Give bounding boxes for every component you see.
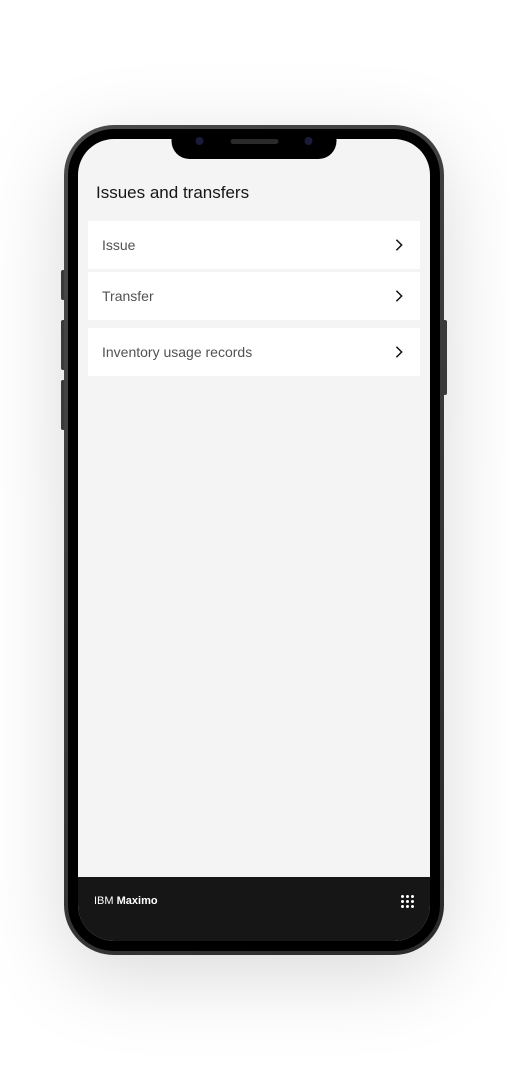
brand-prefix: IBM: [94, 895, 117, 907]
app-screen: Issues and transfers Issue: [78, 139, 430, 941]
phone-device-frame: Issues and transfers Issue: [64, 125, 444, 955]
menu-item-inventory-usage-records[interactable]: Inventory usage records: [88, 328, 420, 376]
menu-group-1: Issue Transfer: [88, 221, 420, 320]
chevron-right-icon: [392, 289, 406, 303]
menu-item-label: Inventory usage records: [102, 344, 252, 360]
menu-item-issue[interactable]: Issue: [88, 221, 420, 269]
brand-name: Maximo: [117, 895, 158, 907]
content-area: Issues and transfers Issue: [78, 139, 430, 877]
menu-list: Issue Transfer: [78, 221, 430, 376]
speaker-icon: [230, 139, 278, 144]
page-header: Issues and transfers: [78, 183, 430, 221]
camera-icon: [196, 137, 204, 145]
app-footer: IBM Maximo: [78, 877, 430, 941]
power-button: [444, 320, 447, 395]
menu-item-label: Transfer: [102, 288, 154, 304]
camera-icon: [305, 137, 313, 145]
menu-group-2: Inventory usage records: [88, 328, 420, 376]
chevron-right-icon: [392, 238, 406, 252]
page-title: Issues and transfers: [96, 183, 412, 203]
chevron-right-icon: [392, 345, 406, 359]
menu-item-label: Issue: [102, 237, 135, 253]
menu-item-transfer[interactable]: Transfer: [88, 272, 420, 320]
brand-label: IBM Maximo: [94, 895, 158, 907]
app-grid-icon[interactable]: [401, 895, 414, 908]
phone-notch: [172, 129, 337, 159]
